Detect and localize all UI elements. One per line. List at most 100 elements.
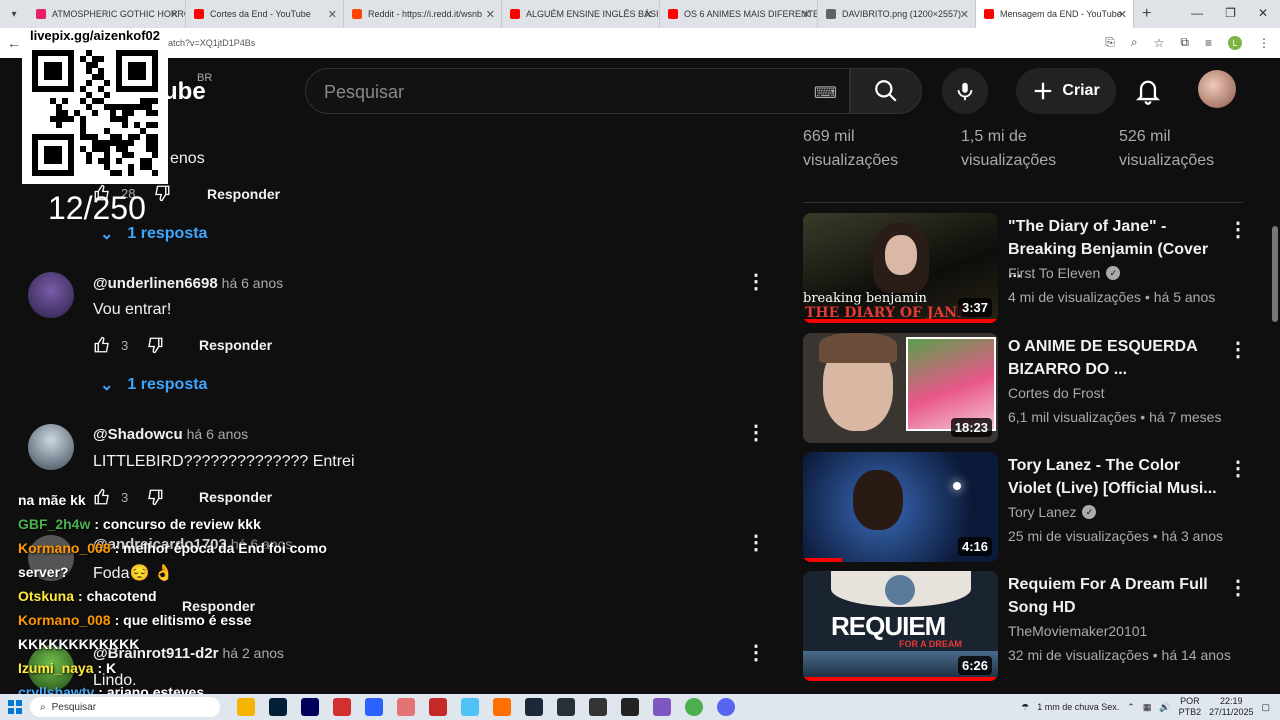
close-tab-icon[interactable]: ✕ bbox=[486, 8, 495, 21]
close-tab-icon[interactable]: ✕ bbox=[960, 8, 969, 21]
chrome-icon[interactable] bbox=[685, 698, 703, 716]
tab-list-button[interactable]: ▾ bbox=[0, 9, 28, 20]
zoom-icon[interactable]: ⌕ bbox=[1131, 35, 1138, 50]
keyboard-icon[interactable]: ⌨ bbox=[814, 83, 837, 103]
video-title[interactable]: Tory Lanez - The Color Violet (Live) [Of… bbox=[1008, 454, 1218, 500]
obs-icon[interactable] bbox=[589, 698, 607, 716]
commenter-avatar[interactable] bbox=[28, 424, 74, 470]
app-icon[interactable] bbox=[493, 698, 511, 716]
taskbar-search[interactable]: ⌕ Pesquisar bbox=[30, 697, 220, 717]
close-window-button[interactable]: ✕ bbox=[1258, 6, 1268, 20]
recommended-video[interactable]: REQUIEM FOR A DREAM 6:26 Requiem For A D… bbox=[803, 571, 1248, 681]
app-icon[interactable] bbox=[429, 698, 447, 716]
notes-app-icon[interactable] bbox=[365, 698, 383, 716]
app-icon[interactable] bbox=[621, 698, 639, 716]
duration-badge: 6:26 bbox=[957, 656, 992, 675]
address-bar: ← atch?v=XQ1jtD1P4Bs ⎘ ⌕ ☆ ⧉ ≡ L ⋮ bbox=[0, 28, 1280, 58]
video-menu-icon[interactable]: ⋮ bbox=[1228, 575, 1248, 600]
video-menu-icon[interactable]: ⋮ bbox=[1228, 456, 1248, 481]
video-menu-icon[interactable]: ⋮ bbox=[1228, 337, 1248, 362]
recommended-video[interactable]: 18:23 O ANIME DE ESQUERDA BIZARRO DO ...… bbox=[803, 333, 1248, 443]
video-thumbnail[interactable]: 18:23 bbox=[803, 333, 998, 443]
thumbs-down-icon[interactable] bbox=[153, 184, 171, 202]
minimize-button[interactable]: — bbox=[1191, 6, 1203, 20]
show-replies-button[interactable]: ⌄ 1 resposta bbox=[100, 224, 207, 244]
recommended-video[interactable]: breaking benjamin THE DIARY OF JANE 3:37… bbox=[803, 213, 1248, 323]
recommended-video[interactable]: 4:16 Tory Lanez - The Color Violet (Live… bbox=[803, 452, 1248, 562]
account-avatar[interactable] bbox=[1198, 70, 1236, 108]
volume-icon[interactable]: 🔊 bbox=[1159, 702, 1170, 713]
extensions-icon[interactable]: ⧉ bbox=[1180, 35, 1189, 50]
app-icon[interactable] bbox=[653, 698, 671, 716]
weather-text[interactable]: 1 mm de chuva Sex. bbox=[1037, 702, 1119, 712]
video-title[interactable]: Requiem For A Dream Full Song HD bbox=[1008, 573, 1218, 619]
thumbs-down-icon[interactable] bbox=[146, 336, 164, 354]
video-title[interactable]: O ANIME DE ESQUERDA BIZARRO DO ... bbox=[1008, 335, 1218, 381]
channel-name[interactable]: Tory Lanez bbox=[1008, 504, 1076, 520]
install-app-icon[interactable]: ⎘ bbox=[1105, 35, 1115, 50]
maximize-button[interactable]: ❐ bbox=[1225, 6, 1236, 20]
lang-indicator[interactable]: POR PTB2 bbox=[1179, 696, 1202, 718]
voice-search-button[interactable] bbox=[942, 68, 988, 114]
scrollbar-thumb[interactable] bbox=[1272, 226, 1278, 322]
system-tray: ☂ 1 mm de chuva Sex. ⌃ ▦ 🔊 POR PTB2 22:19… bbox=[1021, 696, 1270, 718]
browser-tab[interactable]: ALGUÉM ENSINE INGLÊS BÁSIC ✕ bbox=[502, 0, 660, 28]
browser-tab[interactable]: OS 6 ANIMES MAIS DIFERENTE ✕ bbox=[660, 0, 818, 28]
channel-name[interactable]: TheMoviemaker20101 bbox=[1008, 623, 1147, 639]
network-icon[interactable]: ▦ bbox=[1143, 702, 1152, 713]
comment-menu-icon[interactable]: ⋮ bbox=[746, 643, 766, 663]
reply-button[interactable]: Responder bbox=[199, 337, 272, 353]
channel-name[interactable]: Cortes do Frost bbox=[1008, 385, 1104, 401]
start-button[interactable] bbox=[0, 700, 30, 714]
app-icon[interactable] bbox=[397, 698, 415, 716]
steam-icon[interactable] bbox=[525, 698, 543, 716]
create-button[interactable]: Criar bbox=[1016, 68, 1116, 114]
commenter-avatar[interactable] bbox=[28, 272, 74, 318]
bookmark-star-icon[interactable]: ☆ bbox=[1154, 36, 1165, 50]
media-queue-icon[interactable]: ≡ bbox=[1205, 36, 1212, 50]
notifications-bell-icon[interactable] bbox=[1134, 76, 1162, 106]
app-icon[interactable] bbox=[461, 698, 479, 716]
close-tab-icon[interactable]: ✕ bbox=[644, 8, 653, 21]
close-tab-icon[interactable]: ✕ bbox=[802, 8, 811, 21]
video-thumbnail[interactable]: REQUIEM FOR A DREAM 6:26 bbox=[803, 571, 998, 681]
tray-chevron-icon[interactable]: ⌃ bbox=[1127, 702, 1135, 713]
comment-menu-icon[interactable]: ⋮ bbox=[746, 423, 766, 443]
show-replies-button[interactable]: ⌄ 1 resposta bbox=[100, 375, 207, 395]
close-tab-icon[interactable]: ✕ bbox=[1118, 8, 1127, 21]
close-tab-icon[interactable]: ✕ bbox=[170, 8, 179, 21]
browser-tab[interactable]: DAVIBRITO.png (1200×2557) ✕ bbox=[818, 0, 976, 28]
premiere-icon[interactable] bbox=[301, 698, 319, 716]
reply-button[interactable]: Responder bbox=[207, 186, 280, 202]
clock[interactable]: 22:19 27/11/2025 bbox=[1209, 696, 1253, 718]
notifications-icon[interactable]: ▢ bbox=[1261, 702, 1270, 713]
acrobat-icon[interactable] bbox=[333, 698, 351, 716]
file-explorer-icon[interactable] bbox=[237, 698, 255, 716]
browser-tab[interactable]: Cortes da End - YouTube ✕ bbox=[186, 0, 344, 28]
photoshop-icon[interactable] bbox=[269, 698, 287, 716]
page-scrollbar[interactable] bbox=[1270, 58, 1280, 694]
discord-icon[interactable] bbox=[717, 698, 735, 716]
search-box[interactable]: Pesquisar ⌨ bbox=[305, 68, 850, 114]
close-tab-icon[interactable]: ✕ bbox=[328, 8, 337, 21]
commenter-handle[interactable]: @Shadowcu bbox=[93, 426, 183, 443]
new-tab-button[interactable]: + bbox=[1142, 5, 1151, 23]
video-menu-icon[interactable]: ⋮ bbox=[1228, 217, 1248, 242]
app-icon[interactable] bbox=[557, 698, 575, 716]
video-thumbnail[interactable]: 4:16 bbox=[803, 452, 998, 562]
browser-menu-icon[interactable]: ⋮ bbox=[1258, 36, 1270, 50]
profile-avatar[interactable]: L bbox=[1228, 35, 1242, 50]
browser-tab[interactable]: Mensagem da END - YouTube ✕ bbox=[976, 0, 1134, 28]
comment-menu-icon[interactable]: ⋮ bbox=[746, 533, 766, 553]
browser-tab[interactable]: ATMOSPHERIC GOTHIC HORRO ✕ bbox=[28, 0, 186, 28]
channel-name[interactable]: First To Eleven bbox=[1008, 265, 1100, 281]
search-button[interactable] bbox=[850, 68, 922, 114]
video-thumbnail[interactable]: breaking benjamin THE DIARY OF JANE 3:37 bbox=[803, 213, 998, 323]
chat-message: Otskuna: chacotend bbox=[18, 584, 358, 608]
commenter-handle[interactable]: @underlinen6698 bbox=[93, 275, 218, 292]
comment-menu-icon[interactable]: ⋮ bbox=[746, 272, 766, 292]
browser-tab[interactable]: Reddit - https://i.redd.it/wsnb ✕ bbox=[344, 0, 502, 28]
weather-icon[interactable]: ☂ bbox=[1021, 702, 1029, 713]
url-text[interactable]: atch?v=XQ1jtD1P4Bs bbox=[168, 38, 255, 48]
thumbs-up-icon[interactable] bbox=[93, 336, 111, 354]
